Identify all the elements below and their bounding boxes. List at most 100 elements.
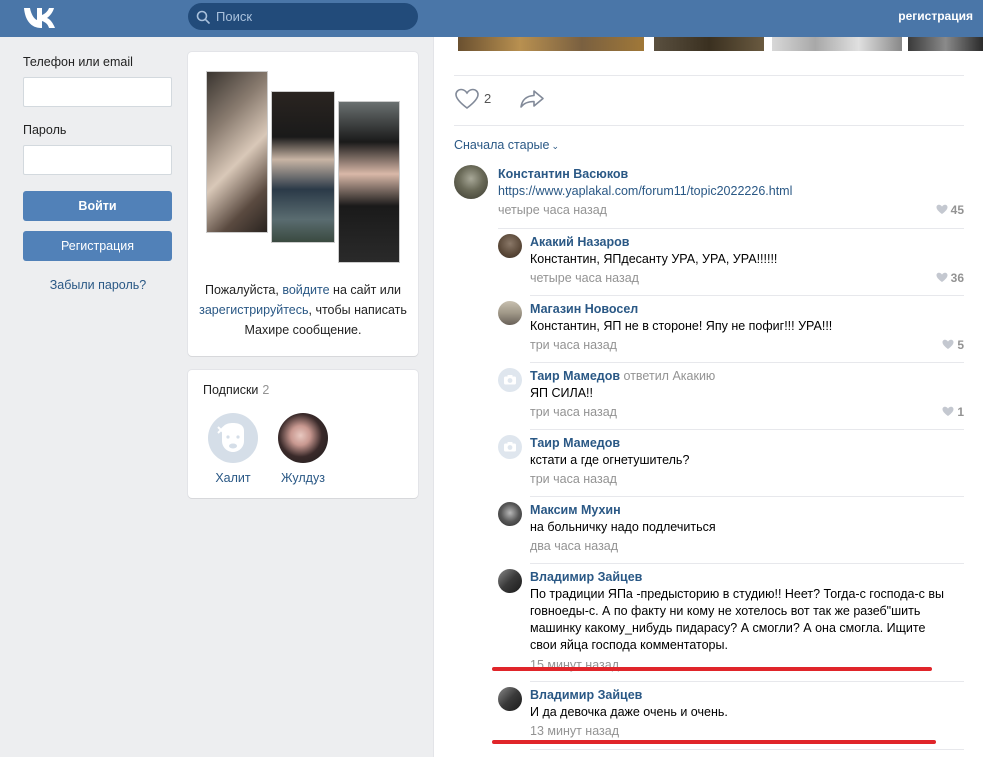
register-link[interactable]: зарегистрируйтесь xyxy=(199,303,308,317)
heart-icon xyxy=(942,406,954,416)
replied-to[interactable]: ответил Акакию xyxy=(624,369,716,383)
header-register-link[interactable]: регистрация xyxy=(898,9,973,23)
comment-link[interactable]: https://www.yaplakal.com/forum11/topic20… xyxy=(498,184,792,198)
post-photo[interactable] xyxy=(772,37,902,51)
comment-author[interactable]: Константин Васюков xyxy=(498,167,628,181)
profile-card: Пожалуйста, войдите на сайт или зарегист… xyxy=(188,52,418,356)
avatar[interactable] xyxy=(454,165,488,199)
heart-icon xyxy=(455,88,479,110)
subscriptions-title[interactable]: Подписки 2 xyxy=(203,383,269,397)
comment: Максим Мухин на больничку надо подлечить… xyxy=(498,502,966,557)
deactivated-avatar-icon xyxy=(208,413,258,463)
subscription-name[interactable]: Жулдуз xyxy=(273,471,333,485)
profile-photo-1[interactable] xyxy=(206,71,268,233)
comment-like-button[interactable]: 1 xyxy=(942,405,964,419)
password-label: Пароль xyxy=(23,123,67,137)
comment: Таир Мамедов кстати а где огнетушитель? … xyxy=(498,435,966,490)
comment: Таир Мамедов ответил Акакию ЯП СИЛА!! тр… xyxy=(498,368,966,423)
search-box[interactable] xyxy=(188,3,418,30)
forgot-password-link[interactable]: Забыли пароль? xyxy=(23,278,173,292)
avatar[interactable] xyxy=(498,301,522,325)
comment-separator xyxy=(530,563,964,564)
register-button[interactable]: Регистрация xyxy=(23,231,172,261)
comment: Магазин Новосел Константин, ЯП не в стор… xyxy=(498,301,966,356)
comment-time[interactable]: два часа назад xyxy=(530,539,618,553)
password-input[interactable] xyxy=(23,145,172,175)
comment-text: https://www.yaplakal.com/forum11/topic20… xyxy=(498,183,938,200)
phone-email-input[interactable] xyxy=(23,77,172,107)
post-photo[interactable] xyxy=(908,37,983,51)
comment-time[interactable]: четыре часа назад xyxy=(530,271,639,285)
profile-photo-2[interactable] xyxy=(271,91,335,243)
heart-icon xyxy=(942,339,954,349)
comment: Акакий Назаров Константин, ЯПдесанту УРА… xyxy=(498,234,966,289)
profile-photo-3[interactable] xyxy=(338,101,400,263)
comment-like-button[interactable]: 45 xyxy=(936,203,964,217)
subscriptions-count: 2 xyxy=(262,383,270,397)
subscription-avatar xyxy=(278,413,328,463)
comment-text: Константин, ЯПдесанту УРА, УРА, УРА!!!!!… xyxy=(530,252,778,266)
login-form: Телефон или email Пароль Войти Регистрац… xyxy=(23,55,173,292)
avatar[interactable] xyxy=(498,687,522,711)
like-count: 2 xyxy=(484,91,492,106)
wall-post: 2 Сначала старые ⌄ Константин Васюков htt… xyxy=(433,37,983,757)
search-input[interactable] xyxy=(216,7,411,26)
comment-time[interactable]: три часа назад xyxy=(530,338,617,352)
avatar[interactable] xyxy=(498,502,522,526)
comment-separator xyxy=(530,362,964,363)
comment-text: кстати а где огнетушитель? xyxy=(530,453,690,467)
comment-author[interactable]: Максим Мухин xyxy=(530,503,621,517)
comment-time[interactable]: три часа назад xyxy=(530,405,617,419)
comment-separator xyxy=(530,681,964,682)
phone-label: Телефон или email xyxy=(23,55,133,69)
comment-separator xyxy=(498,228,964,229)
comment-author[interactable]: Акакий Назаров xyxy=(530,235,629,249)
camera-avatar-icon[interactable] xyxy=(498,368,522,392)
comment-author[interactable]: Владимир Зайцев xyxy=(530,570,642,584)
comment-text: И да девочка даже очень и очень. xyxy=(530,705,728,719)
highlight-underline xyxy=(492,667,932,671)
subscription-item[interactable]: Халит xyxy=(203,413,263,485)
comment-separator xyxy=(530,295,964,296)
subscriptions-card: Подписки 2 Халит Жулдуз xyxy=(188,370,418,498)
subscription-name[interactable]: Халит xyxy=(203,471,263,485)
subscription-item[interactable]: Жулдуз xyxy=(273,413,333,485)
comment-separator xyxy=(530,749,964,750)
comment-text: ЯП СИЛА!! xyxy=(530,386,593,400)
comment-text: По традиции ЯПа -предысторию в студию!! … xyxy=(530,587,944,652)
divider xyxy=(454,75,964,76)
comment-author[interactable]: Владимир Зайцев xyxy=(530,688,642,702)
avatar[interactable] xyxy=(498,569,522,593)
vk-logo-icon[interactable] xyxy=(22,4,56,30)
comment-text: на больничку надо подлечиться xyxy=(530,520,716,534)
comment-like-button[interactable]: 5 xyxy=(942,338,964,352)
message-prompt: Пожалуйста, войдите на сайт или зарегист… xyxy=(199,283,407,337)
comment-author[interactable]: Таир Мамедов ответил Акакию xyxy=(530,369,715,383)
sort-dropdown[interactable]: Сначала старые ⌄ xyxy=(454,138,559,152)
comment-time[interactable]: три часа назад xyxy=(530,472,617,486)
login-button[interactable]: Войти xyxy=(23,191,172,221)
share-icon xyxy=(520,90,544,108)
heart-icon xyxy=(936,204,948,214)
comment-text: Константин, ЯП не в стороне! Япу не пофи… xyxy=(530,319,833,333)
post-photo[interactable] xyxy=(654,37,764,51)
login-link[interactable]: войдите xyxy=(282,283,329,297)
search-icon xyxy=(196,10,210,24)
comment-separator xyxy=(530,429,964,430)
comment: Константин Васюков https://www.yaplakal.… xyxy=(454,165,966,225)
comment: Владимир Зайцев По традиции ЯПа -предыст… xyxy=(498,569,966,672)
top-header: регистрация xyxy=(0,0,983,37)
like-button[interactable]: 2 xyxy=(454,87,514,111)
comment-time[interactable]: 13 минут назад xyxy=(530,724,619,738)
post-photo[interactable] xyxy=(458,37,644,51)
highlight-underline xyxy=(492,740,936,744)
comment-author[interactable]: Магазин Новосел xyxy=(530,302,638,316)
camera-avatar-icon[interactable] xyxy=(498,435,522,459)
heart-icon xyxy=(936,272,948,282)
avatar[interactable] xyxy=(498,234,522,258)
share-button[interactable] xyxy=(518,87,546,111)
comment-time[interactable]: четыре часа назад xyxy=(498,203,607,217)
comment-like-button[interactable]: 36 xyxy=(936,271,964,285)
comment-separator xyxy=(530,496,964,497)
comment-author[interactable]: Таир Мамедов xyxy=(530,436,620,450)
